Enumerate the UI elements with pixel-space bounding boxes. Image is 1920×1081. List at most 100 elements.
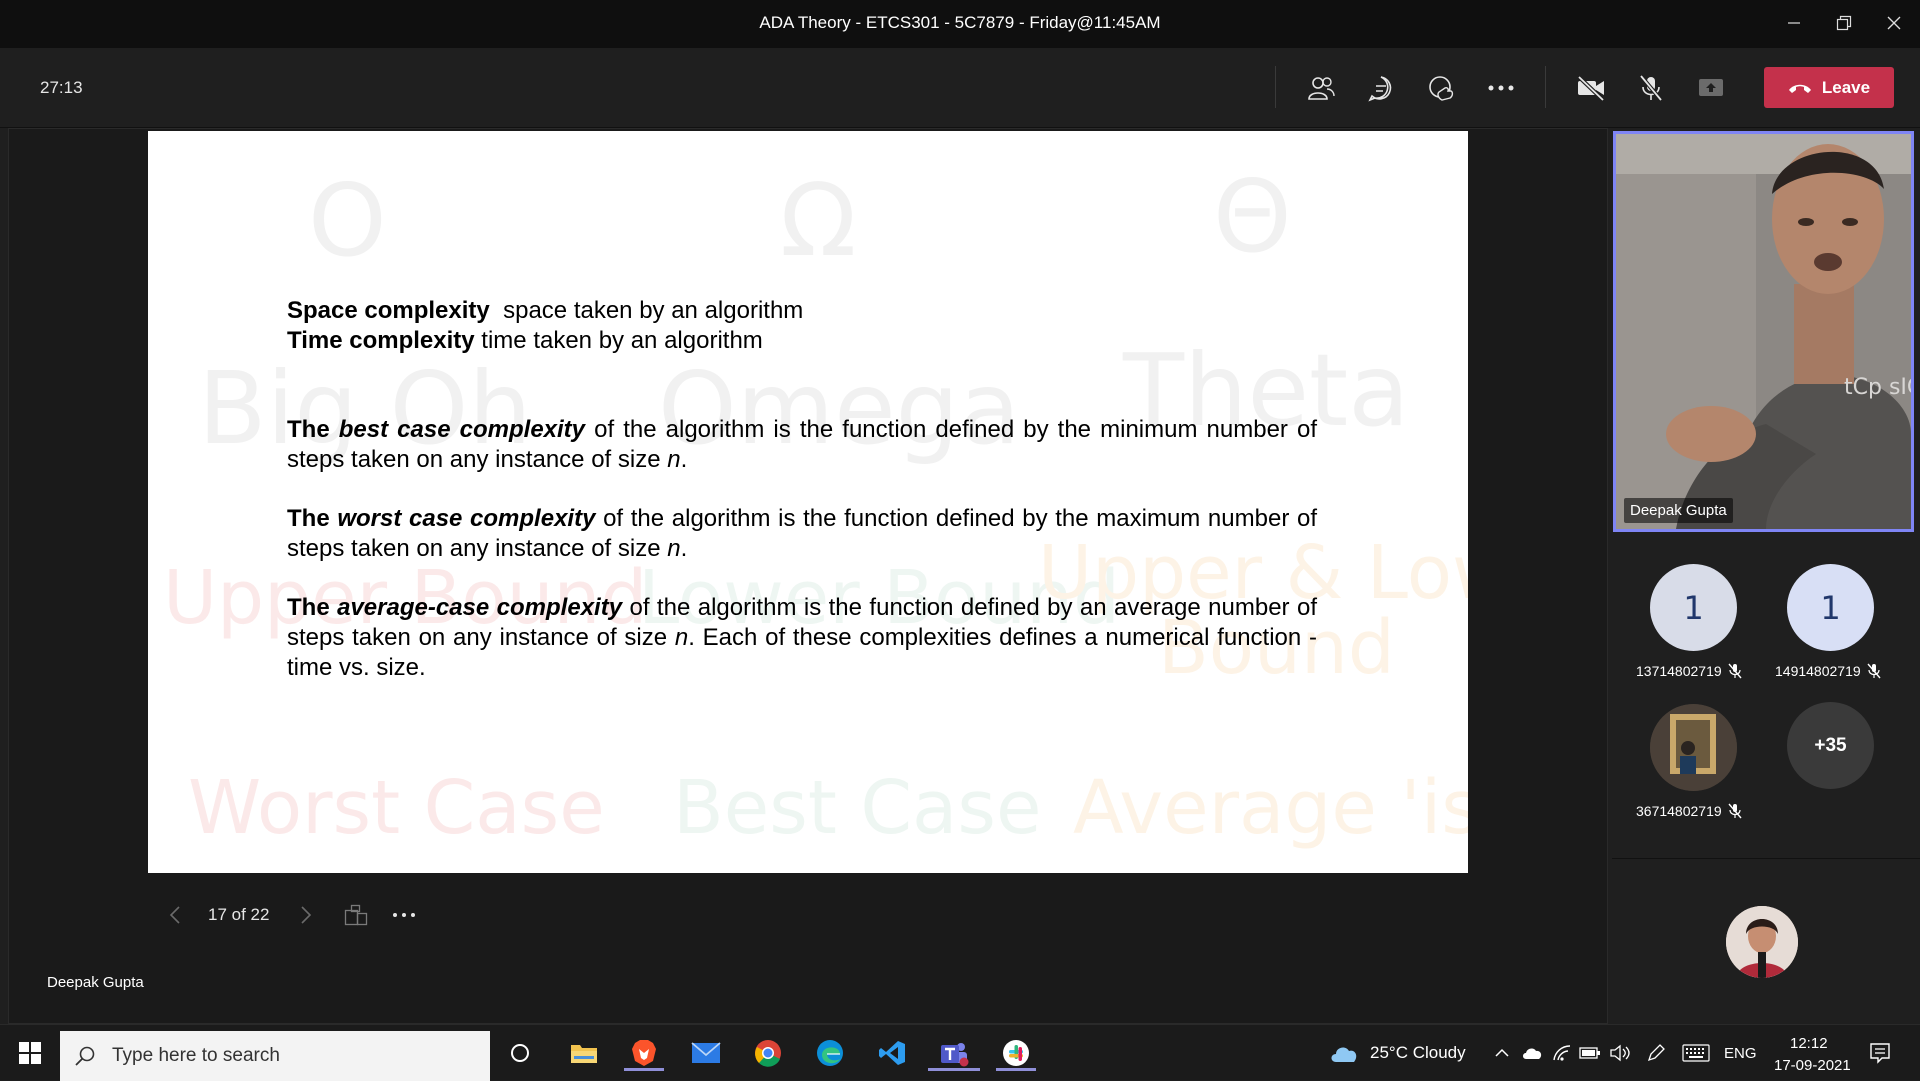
reactions-button[interactable] <box>1421 68 1461 108</box>
input-language[interactable]: ENG <box>1724 1045 1757 1062</box>
self-view-avatar[interactable] <box>1726 906 1798 978</box>
pen-tray-icon[interactable] <box>1638 1035 1674 1071</box>
worst-case-paragraph: The worst case complexity of the algorit… <box>287 504 1317 564</box>
participant-name: 36714802719 <box>1636 803 1742 819</box>
chevron-left-icon <box>169 906 180 924</box>
best-case-paragraph: The best case complexity of the algorith… <box>287 415 1317 475</box>
space-complexity-term: Space complexity <box>287 297 490 324</box>
action-center-button[interactable] <box>1862 1035 1898 1071</box>
watermark-case: Best Case <box>673 765 1042 851</box>
variable-n: n <box>667 446 681 473</box>
close-icon <box>1887 16 1901 30</box>
raise-hand-icon <box>1429 76 1454 101</box>
volume-tray-icon[interactable] <box>1602 1035 1638 1071</box>
variable-n: n <box>674 624 689 651</box>
chat-icon <box>1368 76 1392 102</box>
clock-time[interactable]: 12:12 <box>1790 1035 1828 1052</box>
chrome-app[interactable] <box>750 1035 786 1071</box>
para-lead: The <box>287 505 338 532</box>
slide-counter: 17 of 22 <box>208 905 270 924</box>
clock-date[interactable]: 17-09-2021 <box>1774 1057 1851 1074</box>
cloud-icon <box>1331 1047 1357 1062</box>
weather-widget[interactable] <box>1326 1035 1362 1071</box>
watermark-symbol: Ω <box>780 162 857 279</box>
variable-n: n <box>667 535 681 562</box>
teams-app[interactable] <box>928 1035 980 1071</box>
active-speaker-video[interactable]: tCp sIG Deepak Gupta <box>1613 131 1914 532</box>
taskbar-search[interactable]: Type here to search <box>60 1031 490 1081</box>
leave-label: Leave <box>1821 77 1871 97</box>
watermark-symbol: Θ <box>1213 158 1292 275</box>
slide-more-button[interactable] <box>389 900 419 930</box>
slide-grid-button[interactable] <box>341 900 371 930</box>
slide-navigation: 17 of 22 <box>160 893 419 937</box>
brave-browser-app[interactable] <box>624 1035 664 1071</box>
speaker-icon <box>1610 1044 1630 1062</box>
space-complexity-line: Space complexity space taken by an algor… <box>287 296 1317 326</box>
mic-toggle-button[interactable] <box>1631 68 1671 108</box>
muted-mic-icon <box>1867 663 1881 679</box>
meeting-timer: 27:13 <box>40 78 83 97</box>
participant-id: 14914802719 <box>1775 663 1861 679</box>
file-explorer-app[interactable] <box>566 1035 602 1071</box>
keyboard-icon <box>1682 1044 1710 1062</box>
leave-button[interactable]: Leave <box>1764 67 1894 108</box>
participant-avatar[interactable]: 1 <box>1787 564 1874 651</box>
running-indicator <box>928 1068 980 1071</box>
touch-keyboard-button[interactable] <box>1678 1035 1714 1071</box>
window-title: ADA Theory - ETCS301 - 5C7879 - Friday@1… <box>759 13 1161 32</box>
chat-button[interactable] <box>1361 68 1401 108</box>
toolbar-divider <box>1275 66 1276 108</box>
start-button[interactable] <box>12 1035 48 1071</box>
battery-icon <box>1579 1047 1600 1059</box>
chevron-up-icon <box>1495 1048 1509 1057</box>
more-options-icon <box>393 913 416 917</box>
muted-mic-icon <box>1728 663 1742 679</box>
pen-icon <box>1647 1044 1665 1062</box>
best-case-term: best case complexity <box>338 416 586 443</box>
windows-logo-icon <box>19 1042 41 1064</box>
participant-photo <box>1650 704 1737 791</box>
para-end: . <box>680 535 688 562</box>
weather-text[interactable]: 25°C Cloudy <box>1370 1043 1466 1063</box>
teams-icon <box>941 1043 969 1067</box>
camera-toggle-button[interactable] <box>1571 68 1611 108</box>
vscode-app[interactable] <box>874 1035 910 1071</box>
mail-app[interactable] <box>688 1035 724 1071</box>
running-indicator <box>624 1068 664 1071</box>
cortana-icon <box>511 1044 529 1062</box>
slack-icon <box>1003 1040 1029 1066</box>
slide-body: Space complexity space taken by an algor… <box>287 296 1317 683</box>
para-end: . <box>680 446 688 473</box>
panel-divider <box>1612 858 1920 859</box>
title-bar: ADA Theory - ETCS301 - 5C7879 - Friday@1… <box>0 0 1920 48</box>
previous-slide-button[interactable] <box>160 900 190 930</box>
participant-name: 13714802719 <box>1636 663 1742 679</box>
participant-id: 36714802719 <box>1636 803 1722 819</box>
slack-app[interactable] <box>996 1035 1036 1071</box>
more-participants-button[interactable]: +35 <box>1787 702 1874 789</box>
minimize-button[interactable] <box>1774 8 1814 38</box>
camera-off-icon <box>1577 75 1605 101</box>
muted-mic-icon <box>1728 803 1742 819</box>
minimize-icon <box>1788 22 1800 24</box>
close-button[interactable] <box>1874 8 1914 38</box>
watermark-symbol: O <box>308 162 387 279</box>
mail-envelope-icon <box>691 1042 721 1063</box>
task-view-button[interactable] <box>502 1035 538 1071</box>
hang-up-icon <box>1788 84 1811 93</box>
share-content-button[interactable] <box>1691 68 1731 108</box>
participants-button[interactable] <box>1301 68 1341 108</box>
share-screen-icon <box>1699 79 1723 96</box>
participant-avatar[interactable]: 1 <box>1650 564 1737 651</box>
edge-app[interactable] <box>812 1035 848 1071</box>
mic-off-icon <box>1639 74 1663 102</box>
participant-avatar-photo[interactable] <box>1650 704 1737 791</box>
watermark-case: Average 'ish' <box>1073 765 1468 851</box>
speaker-video-feed: tCp sIG <box>1616 134 1911 529</box>
presenter-name: Deepak Gupta <box>47 974 144 991</box>
next-slide-button[interactable] <box>291 900 321 930</box>
more-actions-button[interactable] <box>1481 68 1521 108</box>
average-case-term: average-case complexity <box>337 594 623 621</box>
restore-button[interactable] <box>1824 8 1864 38</box>
